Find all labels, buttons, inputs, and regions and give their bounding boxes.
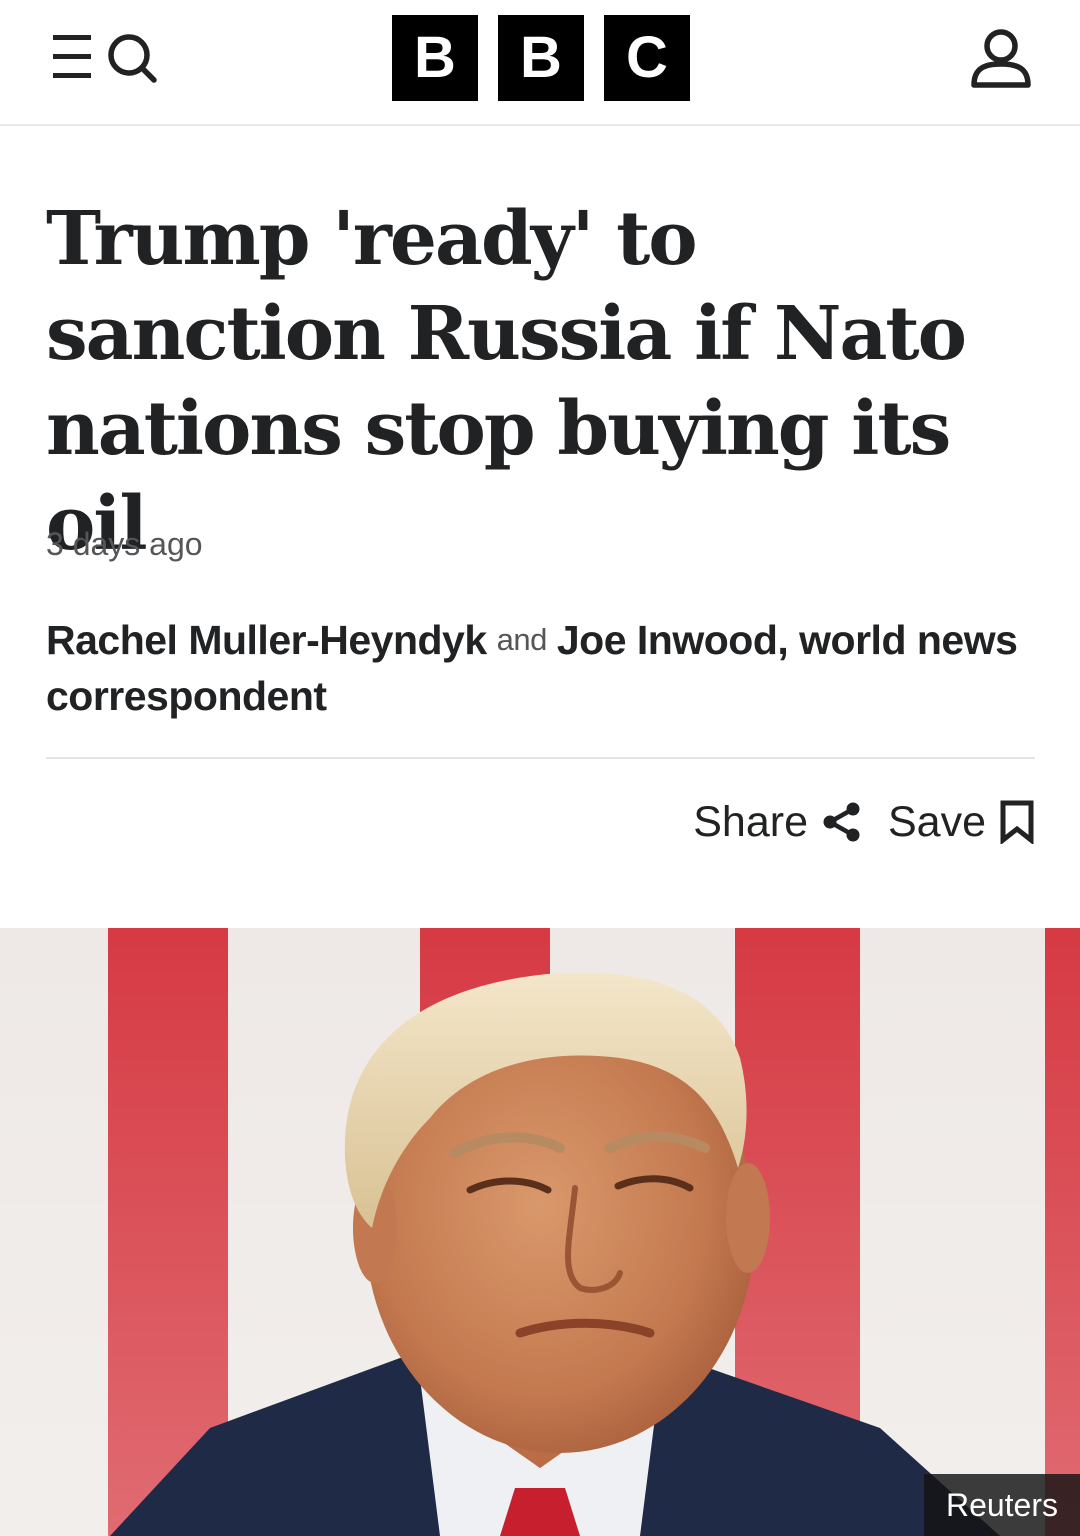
account-icon	[971, 29, 1031, 88]
bbc-logo[interactable]: B B C	[392, 15, 690, 101]
hero-photo	[0, 928, 1080, 1536]
account-button[interactable]	[968, 26, 1034, 92]
share-button[interactable]: Share	[693, 798, 862, 847]
photo-credit: Reuters	[923, 1474, 1080, 1536]
byline-conjunction: and	[496, 622, 548, 657]
divider	[46, 757, 1035, 759]
article-byline: Rachel Muller-Heyndyk and Joe Inwood, worl…	[46, 612, 1036, 724]
save-button[interactable]: Save	[888, 798, 1034, 847]
menu-search-button[interactable]	[48, 30, 164, 88]
article-timestamp: 3 days ago	[46, 526, 203, 562]
logo-letter: B	[392, 15, 478, 101]
share-label: Share	[693, 797, 808, 846]
menu-search-icon	[53, 34, 157, 83]
share-icon	[823, 802, 860, 842]
logo-letter: B	[498, 15, 584, 101]
hero-image: Reuters	[0, 928, 1080, 1536]
article-headline: Trump 'ready' to sanction Russia if Nato…	[46, 196, 967, 567]
logo-letter: C	[604, 15, 690, 101]
article-actions: Share Save	[693, 792, 1034, 852]
menu-icon	[53, 35, 91, 78]
bookmark-icon	[1000, 800, 1034, 844]
author-1[interactable]: Rachel Muller-Heyndyk	[46, 617, 487, 663]
search-icon	[108, 34, 157, 83]
top-bar: B B C	[0, 0, 1080, 126]
save-label: Save	[887, 797, 986, 846]
